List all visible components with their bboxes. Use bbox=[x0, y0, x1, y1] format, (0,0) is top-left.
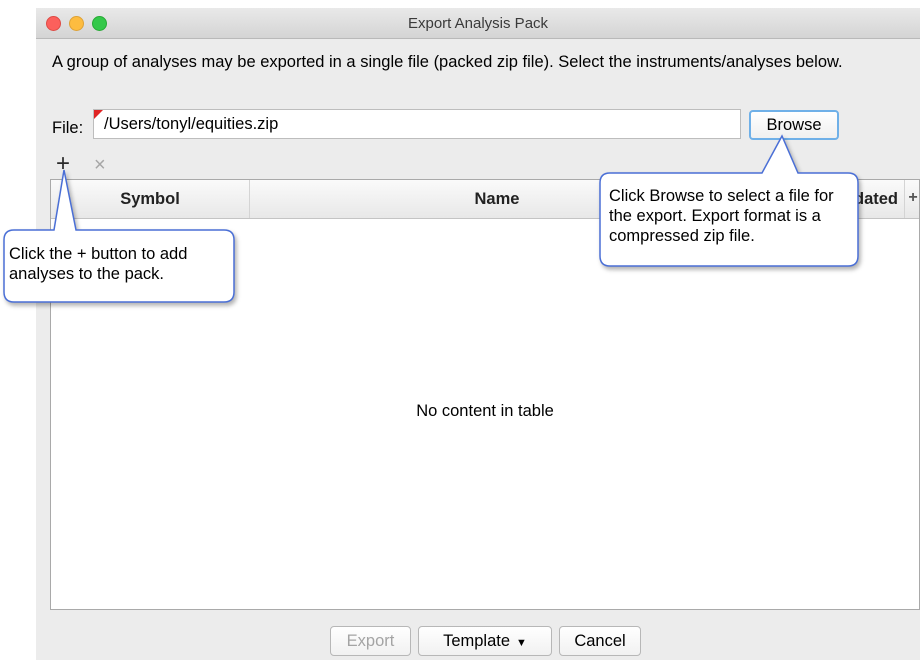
column-menu-plus-icon[interactable]: + bbox=[905, 180, 920, 218]
browse-callout-text: Click Browse to select a file for the ex… bbox=[609, 187, 834, 245]
template-dropdown-button[interactable]: Template ▼ bbox=[418, 626, 552, 656]
file-path-input[interactable] bbox=[93, 109, 741, 139]
file-label: File: bbox=[52, 119, 84, 137]
close-icon[interactable]: × bbox=[94, 154, 106, 176]
chevron-down-icon: ▼ bbox=[516, 637, 527, 649]
plus-icon[interactable]: + bbox=[56, 152, 70, 176]
dialog-window: Export Analysis Pack A group of analyses… bbox=[36, 8, 920, 660]
browse-button[interactable]: Browse bbox=[749, 110, 839, 140]
description-text: A group of analyses may be exported in a… bbox=[52, 53, 843, 71]
title-bar: Export Analysis Pack bbox=[36, 8, 920, 39]
cancel-button[interactable]: Cancel bbox=[559, 626, 641, 656]
window-title: Export Analysis Pack bbox=[407, 15, 549, 32]
export-button[interactable]: Export bbox=[330, 626, 411, 656]
add-callout-text: Click the + button to add analyses to th… bbox=[9, 245, 188, 283]
empty-table-message: No content in table bbox=[416, 402, 554, 420]
template-label: Template bbox=[443, 632, 511, 650]
validation-marker bbox=[94, 110, 103, 119]
column-header-symbol[interactable]: Symbol bbox=[51, 180, 250, 218]
